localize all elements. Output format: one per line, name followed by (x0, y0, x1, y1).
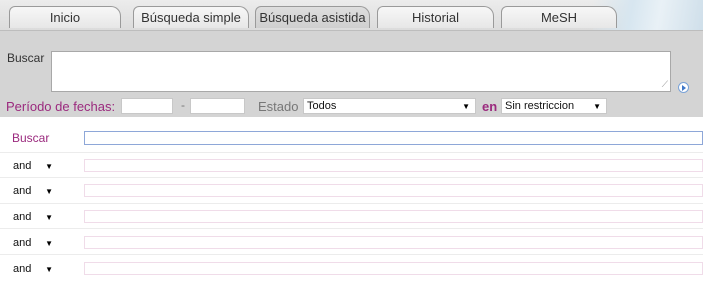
status-label: Estado (258, 99, 299, 114)
operator-select[interactable]: and ▼ (13, 236, 55, 250)
caret-down-icon: ▼ (45, 162, 53, 171)
term-input[interactable] (84, 210, 703, 223)
tab-busqueda-asistida[interactable]: Búsqueda asistida (255, 6, 370, 28)
date-from-input[interactable] (121, 98, 173, 114)
status-select-value: Todos (307, 100, 337, 112)
term-input[interactable] (84, 236, 703, 249)
search-label: Buscar (7, 51, 45, 65)
scope-select[interactable]: Sin restriccion ▼ (501, 98, 607, 114)
date-separator: - (181, 98, 185, 112)
term-input[interactable] (84, 262, 703, 275)
status-select[interactable]: Todos ▼ (303, 98, 476, 114)
operator-value: and (13, 211, 32, 223)
date-range-label: Período de fechas: (6, 99, 116, 114)
simple-search-panel: Buscar ⟋ Período de fechas: - Estado Tod… (0, 31, 703, 117)
tab-busqueda-simple[interactable]: Búsqueda simple (133, 6, 249, 28)
term-input[interactable] (84, 184, 703, 197)
operator-value: and (13, 160, 32, 172)
term-input[interactable] (84, 159, 703, 172)
scope-select-value: Sin restriccion (505, 100, 575, 112)
operator-select[interactable]: and ▼ (13, 184, 55, 198)
operator-select[interactable]: and ▼ (13, 262, 55, 276)
operator-value: and (13, 263, 32, 275)
tab-historial[interactable]: Historial (377, 6, 494, 28)
tab-bar: Inicio Búsqueda simple Búsqueda asistida… (0, 0, 703, 31)
row-divider (0, 203, 703, 204)
operator-value: and (13, 237, 32, 249)
advanced-search-label: Buscar (12, 131, 50, 145)
filter-row: Período de fechas: - Estado Todos ▼ en S… (0, 98, 703, 116)
caret-down-icon: ▼ (45, 239, 53, 248)
operator-select[interactable]: and ▼ (13, 210, 55, 224)
caret-down-icon: ▼ (593, 102, 601, 111)
play-circle-icon[interactable] (678, 82, 689, 93)
scope-label: en (482, 99, 498, 114)
row-divider (0, 228, 703, 229)
caret-down-icon: ▼ (462, 102, 470, 111)
advanced-search-input[interactable] (84, 131, 703, 145)
operator-value: and (13, 185, 32, 197)
search-textarea[interactable]: ⟋ (51, 51, 671, 92)
tab-mesh[interactable]: MeSH (501, 6, 617, 28)
caret-down-icon: ▼ (45, 187, 53, 196)
caret-down-icon: ▼ (45, 213, 53, 222)
row-divider (0, 254, 703, 255)
row-divider (0, 177, 703, 178)
resize-grip-icon[interactable]: ⟋ (662, 79, 668, 90)
operator-select[interactable]: and ▼ (13, 159, 55, 173)
row-divider (0, 152, 703, 153)
date-to-input[interactable] (190, 98, 245, 114)
caret-down-icon: ▼ (45, 265, 53, 274)
tab-inicio[interactable]: Inicio (9, 6, 121, 28)
